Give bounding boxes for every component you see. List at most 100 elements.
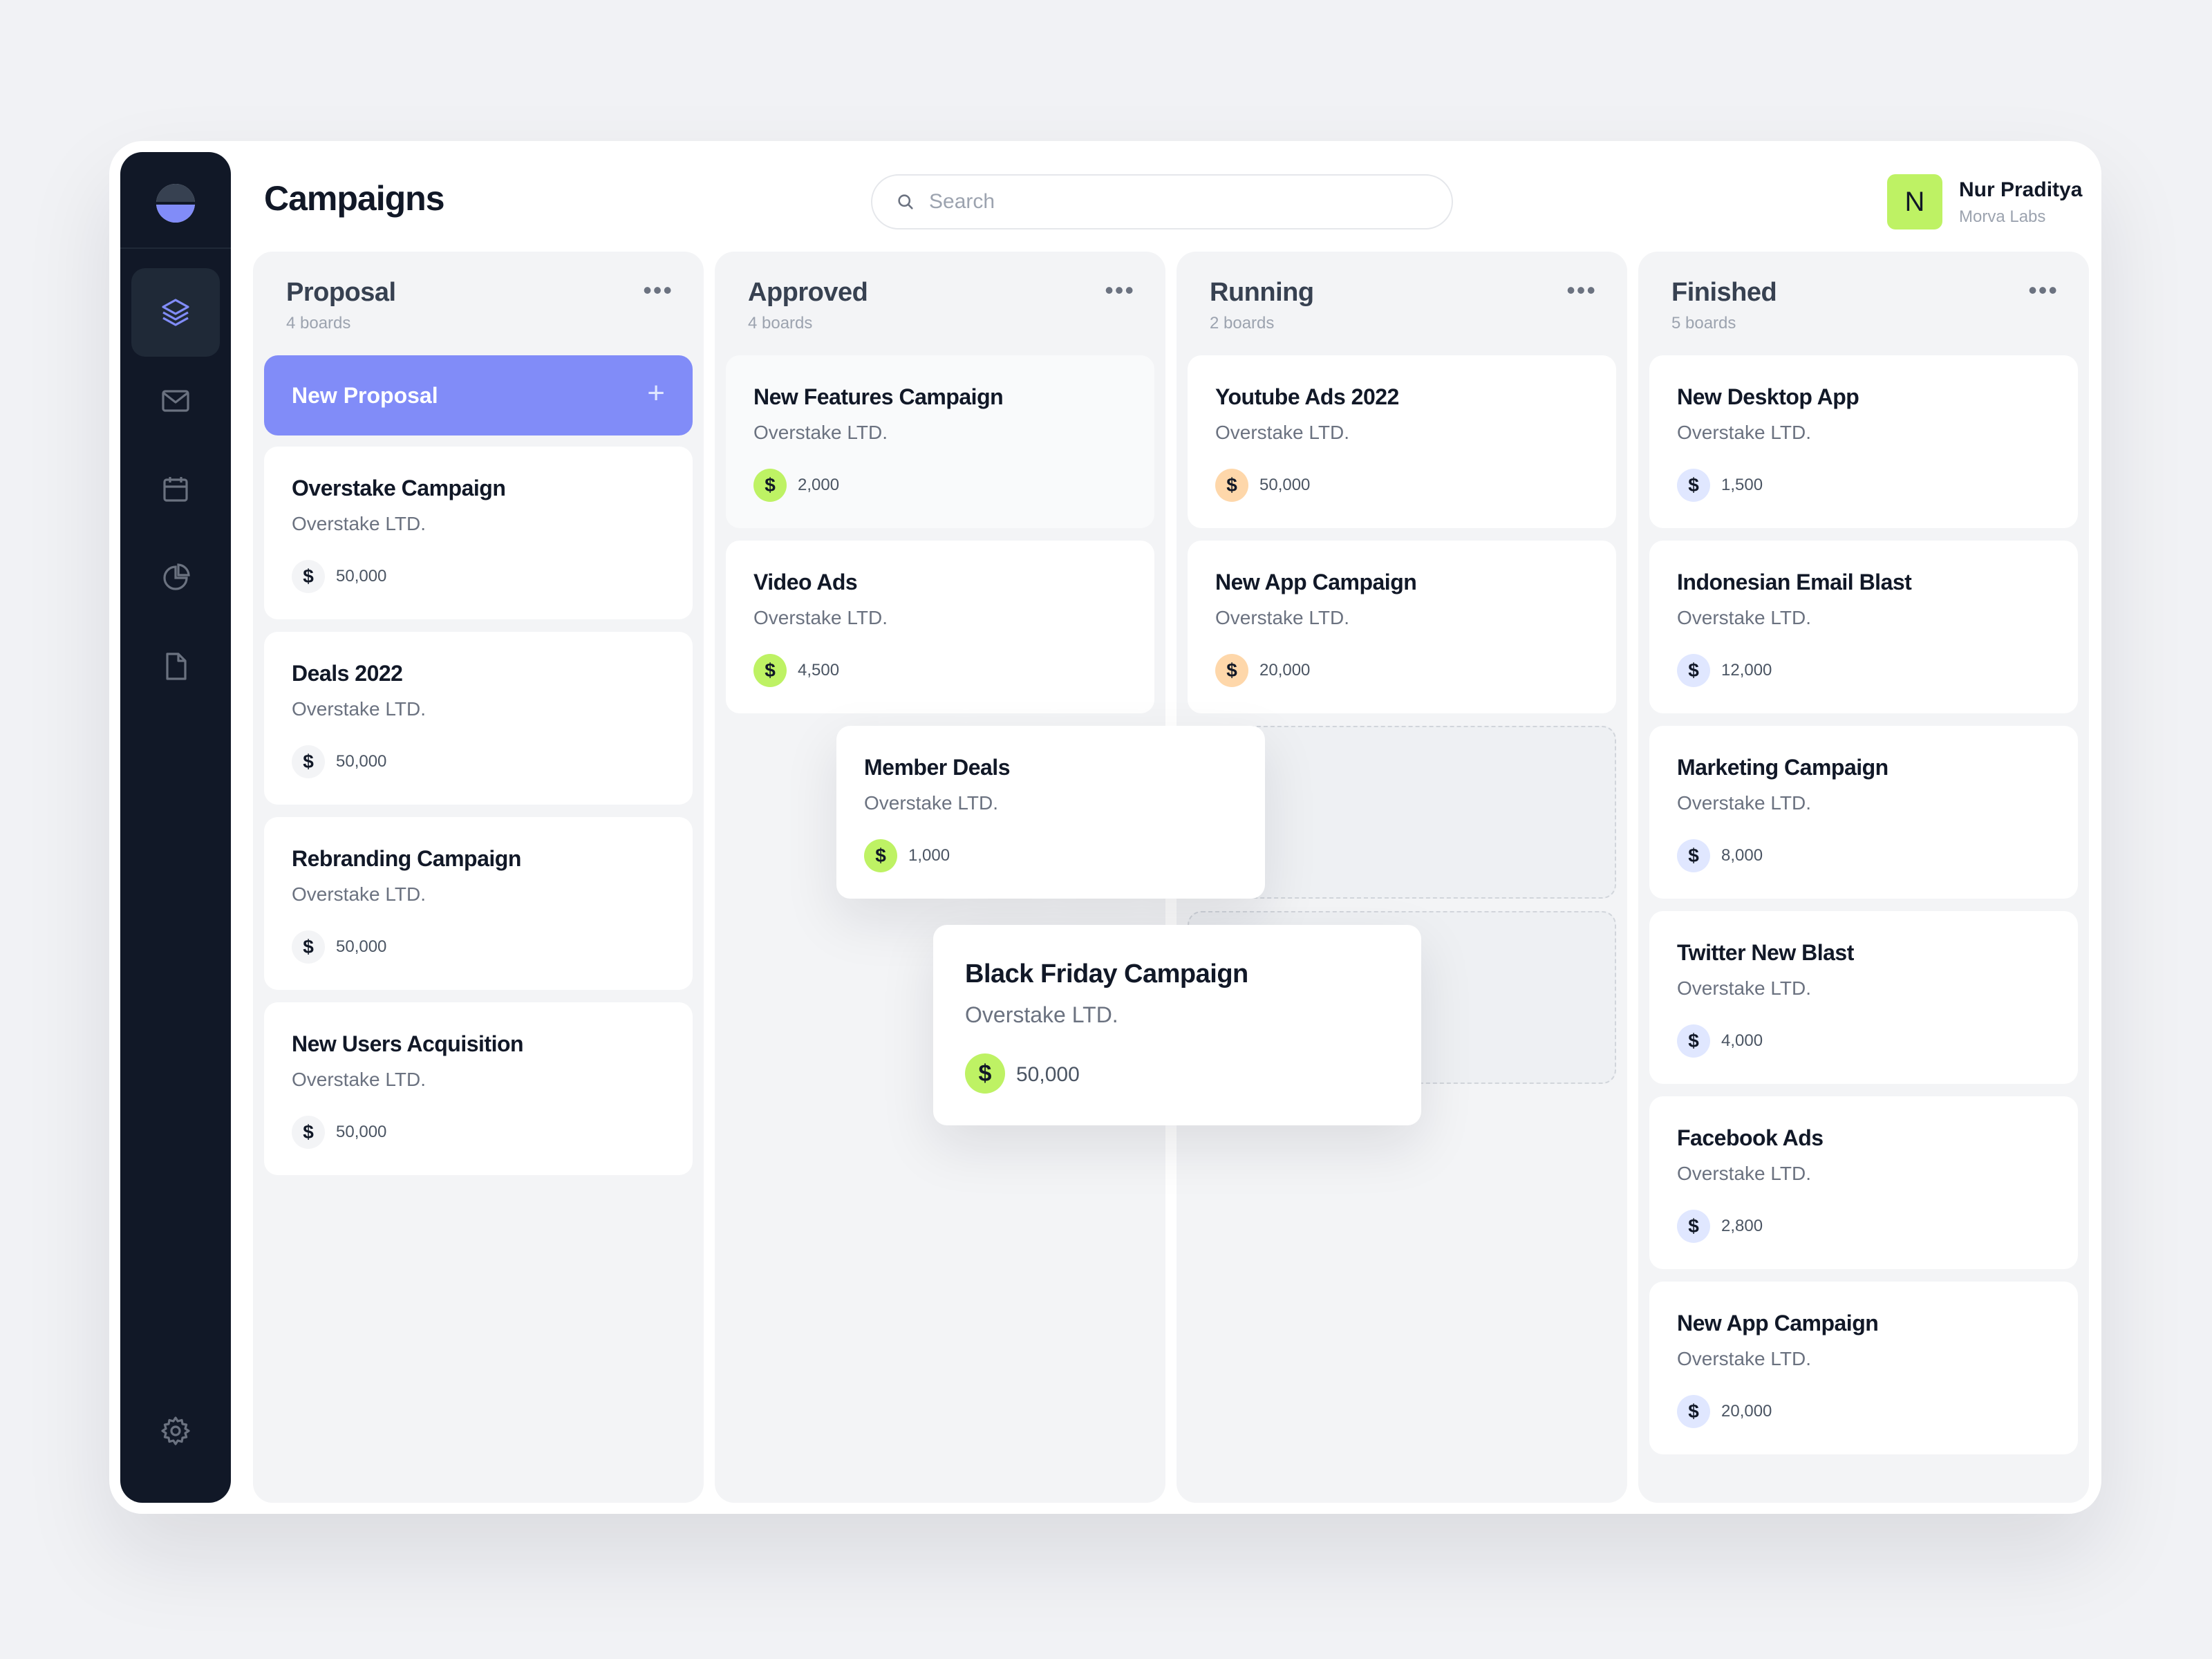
campaign-card[interactable]: Overstake Campaign Overstake LTD. $ 50,0… bbox=[264, 447, 693, 619]
nav-documents[interactable] bbox=[131, 622, 220, 711]
avatar[interactable]: N bbox=[1887, 174, 1942, 229]
card-amount: 1,500 bbox=[1721, 476, 1763, 494]
card-title: New App Campaign bbox=[1215, 570, 1417, 594]
campaign-card[interactable]: Rebranding Campaign Overstake LTD. $ 50,… bbox=[264, 817, 693, 990]
column-finished: Finished 5 boards ••• New Desktop App Ov… bbox=[1638, 252, 2089, 1503]
dragging-card[interactable]: Black Friday Campaign Overstake LTD. $ 5… bbox=[933, 925, 1421, 1125]
more-options-icon[interactable]: ••• bbox=[643, 278, 673, 303]
sidebar bbox=[120, 152, 231, 1503]
dollar-icon: $ bbox=[1677, 1210, 1710, 1243]
gear-icon bbox=[161, 1416, 190, 1445]
dollar-icon: $ bbox=[965, 1053, 1005, 1094]
dollar-icon: $ bbox=[753, 654, 787, 687]
more-options-icon[interactable]: ••• bbox=[2028, 278, 2059, 303]
column-title: Proposal bbox=[286, 278, 396, 307]
campaign-card[interactable]: Marketing Campaign Overstake LTD. $ 8,00… bbox=[1649, 726, 2078, 899]
new-proposal-button[interactable]: New Proposal + bbox=[264, 355, 693, 435]
document-icon bbox=[166, 653, 187, 680]
card-amount: 20,000 bbox=[1721, 1402, 1772, 1421]
card-title: Rebranding Campaign bbox=[292, 846, 521, 871]
layers-icon bbox=[162, 299, 189, 326]
card-title: Black Friday Campaign bbox=[965, 959, 1248, 988]
card-amount: 50,000 bbox=[336, 752, 387, 771]
dollar-icon: $ bbox=[292, 930, 325, 964]
campaign-card[interactable]: Twitter New Blast Overstake LTD. $ 4,000 bbox=[1649, 911, 2078, 1084]
card-title: New Desktop App bbox=[1677, 384, 1859, 409]
card-amount: 50,000 bbox=[1259, 476, 1311, 494]
column-title: Running bbox=[1210, 278, 1314, 307]
campaign-card[interactable]: New Users Acquisition Overstake LTD. $ 5… bbox=[264, 1002, 693, 1175]
card-company: Overstake LTD. bbox=[1677, 977, 1811, 999]
user-org: Morva Labs bbox=[1959, 207, 2046, 226]
card-company: Overstake LTD. bbox=[864, 792, 998, 814]
logo bbox=[156, 184, 195, 223]
card-title: New App Campaign bbox=[1677, 1311, 1879, 1335]
card-amount: 50,000 bbox=[336, 937, 387, 956]
card-company: Overstake LTD. bbox=[292, 698, 426, 720]
dollar-icon: $ bbox=[1677, 1395, 1710, 1428]
dollar-icon: $ bbox=[753, 469, 787, 502]
nav-campaigns[interactable] bbox=[131, 268, 220, 357]
card-amount: 2,000 bbox=[798, 476, 840, 494]
dollar-icon: $ bbox=[1677, 654, 1710, 687]
dollar-icon: $ bbox=[864, 839, 897, 872]
dollar-icon: $ bbox=[292, 1116, 325, 1149]
card-amount: 50,000 bbox=[336, 567, 387, 585]
pie-chart-icon bbox=[163, 563, 190, 590]
column-count: 5 boards bbox=[1671, 314, 1736, 332]
campaign-card[interactable]: New App Campaign Overstake LTD. $ 20,000 bbox=[1188, 541, 1616, 713]
card-title: New Features Campaign bbox=[753, 384, 1004, 409]
campaign-card[interactable]: Indonesian Email Blast Overstake LTD. $ … bbox=[1649, 541, 2078, 713]
search-icon bbox=[898, 194, 913, 209]
campaign-card[interactable]: Deals 2022 Overstake LTD. $ 50,000 bbox=[264, 632, 693, 805]
column-title: Approved bbox=[748, 278, 868, 307]
dollar-icon: $ bbox=[1677, 1024, 1710, 1058]
column-proposal: Proposal 4 boards ••• New Proposal + Ove… bbox=[253, 252, 704, 1503]
card-title: New Users Acquisition bbox=[292, 1031, 524, 1056]
card-title: Video Ads bbox=[753, 570, 858, 594]
card-amount: 20,000 bbox=[1259, 661, 1311, 679]
card-company: Overstake LTD. bbox=[1677, 422, 1811, 443]
nav-calendar[interactable] bbox=[131, 445, 220, 534]
column-count: 4 boards bbox=[286, 314, 351, 332]
more-options-icon[interactable]: ••• bbox=[1566, 278, 1597, 303]
nav-mail[interactable] bbox=[131, 357, 220, 445]
card-company: Overstake LTD. bbox=[1677, 607, 1811, 628]
card-company: Overstake LTD. bbox=[965, 1002, 1118, 1027]
more-options-icon[interactable]: ••• bbox=[1105, 278, 1135, 303]
campaign-card[interactable]: New App Campaign Overstake LTD. $ 20,000 bbox=[1649, 1282, 2078, 1454]
nav-reports[interactable] bbox=[131, 534, 220, 622]
card-amount: 4,500 bbox=[798, 661, 840, 679]
dragging-card[interactable]: Member Deals Overstake LTD. $ 1,000 bbox=[836, 726, 1265, 899]
page-title: Campaigns bbox=[264, 179, 445, 218]
dollar-icon: $ bbox=[1215, 654, 1248, 687]
card-title: Youtube Ads 2022 bbox=[1215, 384, 1399, 409]
card-company: Overstake LTD. bbox=[753, 422, 888, 443]
card-amount: 1,000 bbox=[908, 846, 950, 865]
campaign-card[interactable]: Youtube Ads 2022 Overstake LTD. $ 50,000 bbox=[1188, 355, 1616, 528]
search-input[interactable] bbox=[929, 190, 1413, 214]
campaign-card[interactable]: New Desktop App Overstake LTD. $ 1,500 bbox=[1649, 355, 2078, 528]
column-count: 2 boards bbox=[1210, 314, 1275, 332]
column-title: Finished bbox=[1671, 278, 1777, 307]
user-name: Nur Praditya bbox=[1959, 178, 2083, 201]
plus-icon: + bbox=[647, 376, 665, 410]
card-title: Indonesian Email Blast bbox=[1677, 570, 1912, 594]
sidebar-divider bbox=[120, 247, 231, 249]
card-amount: 50,000 bbox=[336, 1123, 387, 1141]
nav-settings[interactable] bbox=[131, 1387, 220, 1475]
card-title: Facebook Ads bbox=[1677, 1125, 1824, 1150]
card-company: Overstake LTD. bbox=[1215, 607, 1349, 628]
dollar-icon: $ bbox=[292, 745, 325, 778]
card-company: Overstake LTD. bbox=[292, 1069, 426, 1090]
campaign-card[interactable]: Video Ads Overstake LTD. $ 4,500 bbox=[726, 541, 1154, 713]
card-amount: 8,000 bbox=[1721, 846, 1763, 865]
column-count: 4 boards bbox=[748, 314, 813, 332]
campaign-card[interactable]: New Features Campaign Overstake LTD. $ 2… bbox=[726, 355, 1154, 528]
card-amount: 50,000 bbox=[1016, 1063, 1080, 1086]
campaign-card[interactable]: Facebook Ads Overstake LTD. $ 2,800 bbox=[1649, 1096, 2078, 1269]
search-bar[interactable] bbox=[871, 174, 1453, 229]
card-title: Deals 2022 bbox=[292, 661, 403, 686]
dollar-icon: $ bbox=[1677, 469, 1710, 502]
dollar-icon: $ bbox=[1215, 469, 1248, 502]
